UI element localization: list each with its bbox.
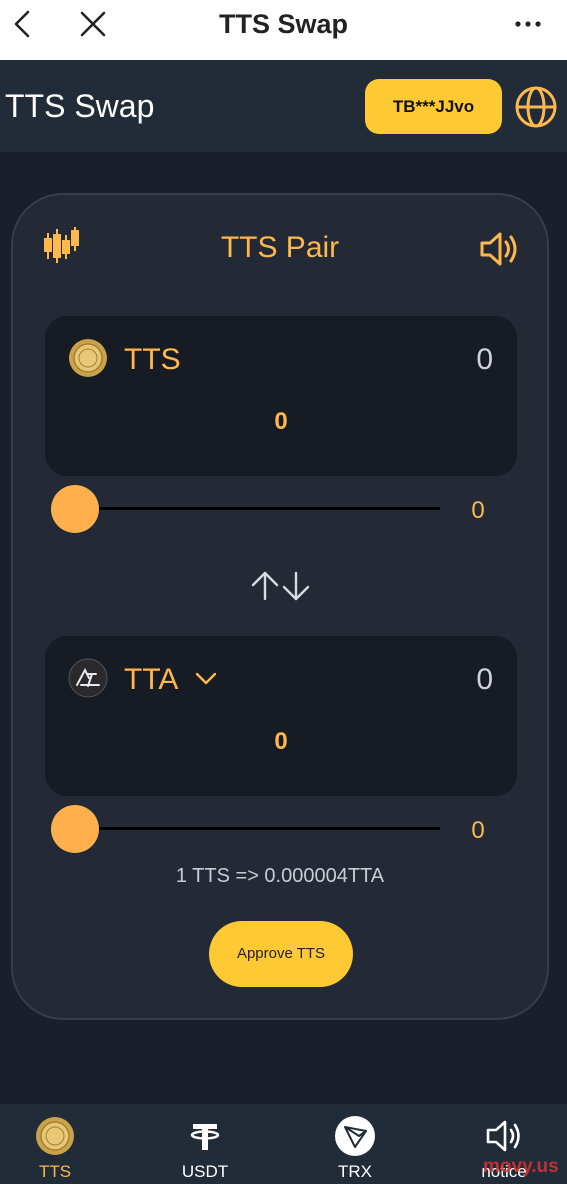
tron-icon (335, 1116, 375, 1156)
app-header: TTS Swap TB***JJvo (0, 60, 567, 152)
chevron-down-icon[interactable] (193, 668, 219, 688)
browser-title: TTS Swap (218, 9, 348, 39)
from-amount-input[interactable]: 0 (45, 408, 517, 436)
slider-handle[interactable] (51, 485, 99, 533)
to-amount-slider[interactable] (51, 805, 443, 853)
tta-logo-icon (68, 658, 108, 698)
browser-top-bar: TTS Swap (0, 0, 567, 60)
to-slider-value: 0 (471, 817, 485, 844)
more-options-icon[interactable] (512, 12, 544, 36)
swap-card: TTS Pair TTS 0 0 0 TTA 0 0 0 1 TTS => 0.… (11, 193, 549, 1020)
approve-button[interactable]: Approve TTS (209, 921, 353, 987)
from-token-balance: 0 (476, 343, 493, 376)
globe-icon[interactable] (513, 84, 559, 130)
to-token-box: TTA 0 0 (45, 636, 517, 796)
nav-label: TTS (38, 1162, 72, 1181)
to-token-balance: 0 (476, 663, 493, 696)
exchange-rate: 1 TTS => 0.000004TTA (175, 865, 385, 887)
to-token-name[interactable]: TTA (124, 663, 178, 697)
from-token-name: TTS (124, 343, 181, 376)
wallet-address-button[interactable]: TB***JJvo (365, 79, 502, 134)
speaker-icon[interactable] (478, 229, 520, 269)
to-amount-input[interactable]: 0 (45, 728, 517, 756)
nav-label: TRX (338, 1162, 372, 1181)
bottom-nav: TTS USDT TRX notice (0, 1104, 567, 1184)
slider-track[interactable] (75, 827, 440, 830)
tts-coin-icon (36, 1117, 74, 1155)
slider-track[interactable] (75, 507, 440, 510)
tether-icon (190, 1124, 220, 1150)
nav-item-tts[interactable]: TTS (0, 1104, 110, 1184)
nav-item-usdt[interactable]: USDT (150, 1104, 260, 1184)
swap-direction-icon[interactable] (249, 569, 313, 603)
watermark: movy.us (483, 1156, 559, 1177)
nav-label: USDT (181, 1162, 229, 1181)
from-token-box: TTS 0 0 (45, 316, 517, 476)
from-slider-value: 0 (471, 497, 485, 524)
app-title: TTS Swap (5, 88, 155, 124)
nav-item-trx[interactable]: TRX (300, 1104, 410, 1184)
from-amount-slider[interactable] (51, 485, 443, 533)
tts-coin-icon (69, 339, 107, 377)
slider-handle[interactable] (51, 805, 99, 853)
pair-title: TTS Pair (220, 231, 340, 264)
speaker-icon (486, 1120, 520, 1152)
